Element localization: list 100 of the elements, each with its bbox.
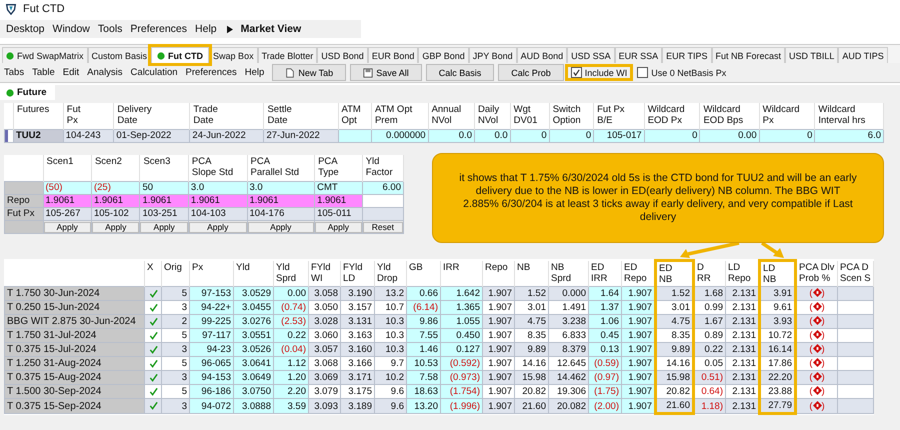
table-cell: 13.20 xyxy=(406,398,440,414)
table-cell: 9.89 xyxy=(514,342,548,356)
table-cell: 1.9061 xyxy=(140,194,188,208)
table-cell: 1.20 xyxy=(274,370,308,384)
apply-button[interactable]: Apply xyxy=(92,222,140,232)
table-cell: 1.907 xyxy=(482,286,514,300)
paren-text: ( xyxy=(809,288,812,299)
menu-item[interactable]: Help xyxy=(191,23,221,35)
menu-item[interactable]: Analysis xyxy=(83,67,127,78)
apply-button[interactable]: Apply xyxy=(188,222,246,232)
table-cell: 3.0529 xyxy=(234,286,274,300)
checkbox[interactable]: Use 0 NetBasis Px xyxy=(634,67,730,78)
table-cell: 0.0 xyxy=(428,130,474,142)
apply-button[interactable]: Reset xyxy=(362,222,403,232)
menu-item[interactable]: Desktop xyxy=(2,23,49,35)
play-icon xyxy=(226,24,233,34)
menu-item[interactable]: Preferences xyxy=(126,23,192,35)
table-cell: 21.60 xyxy=(514,398,548,414)
bond-name-cell: T 1.500 30-Sep-2024 xyxy=(4,384,144,398)
tab[interactable]: AUD Bond xyxy=(516,47,568,63)
table-cell: 3.175 xyxy=(340,384,374,398)
menu-item[interactable]: Help xyxy=(240,67,268,78)
apply-button[interactable]: Apply xyxy=(315,222,362,232)
table-cell: 20.82 xyxy=(656,384,694,398)
table-cell: 50 xyxy=(140,182,188,194)
table-cell: 10.72 xyxy=(760,328,796,342)
table-cell: 104-103 xyxy=(188,208,247,220)
menu-item[interactable]: Window xyxy=(48,23,94,35)
table-cell: 5 xyxy=(162,356,190,370)
table-cell: 9.61 xyxy=(760,300,796,314)
table-cell: 10.3 xyxy=(374,328,406,342)
table-cell: 3.157 xyxy=(340,300,374,314)
tab[interactable]: EUR TIPS xyxy=(662,47,712,63)
tab[interactable]: Swap Box xyxy=(209,47,258,63)
apply-button[interactable]: Apply xyxy=(248,222,314,232)
table-cell: 6.833 xyxy=(548,328,588,342)
toolbar-button[interactable]: Calc Basis xyxy=(426,64,494,81)
toolbar-button[interactable]: New Tab xyxy=(272,64,346,81)
warning-diamond-icon xyxy=(812,400,822,410)
table-cell: 97-117 xyxy=(190,328,234,342)
table-cell: 3.0551 xyxy=(234,328,274,342)
table-cell: 105-102 xyxy=(91,208,140,220)
table-cell: 18.63 xyxy=(406,384,440,398)
tab[interactable]: Fut CTD xyxy=(151,47,210,63)
toolbar-button[interactable]: Calc Prob xyxy=(498,64,564,81)
table-cell: 1.907 xyxy=(482,384,514,398)
menu-item[interactable]: Edit xyxy=(58,67,84,78)
table-cell: 1.907 xyxy=(482,398,514,414)
tab[interactable]: EUR Bond xyxy=(368,47,418,63)
table-cell: 0 xyxy=(644,130,700,142)
tab[interactable]: Future xyxy=(0,85,55,100)
save-icon xyxy=(363,68,374,78)
table-cell: 20.82 xyxy=(514,384,548,398)
table-cell: 3.0455 xyxy=(234,300,274,314)
table-cell: 14.16 xyxy=(656,356,694,370)
menu-item[interactable]: Preferences xyxy=(182,67,241,78)
menu-item[interactable]: Calculation xyxy=(126,67,182,78)
apply-button[interactable]: Apply xyxy=(44,222,91,232)
table-cell: 96-065 xyxy=(190,356,234,370)
callout-arrow xyxy=(680,243,740,258)
table-cell: (0.592) xyxy=(440,356,482,370)
apply-button[interactable]: Apply xyxy=(140,222,188,232)
tab[interactable]: Trade Blotter xyxy=(258,47,318,63)
menu-item[interactable]: Table xyxy=(28,67,59,78)
table-cell: 9.6 xyxy=(374,384,406,398)
table-cell: 5 xyxy=(162,286,190,300)
table-cell: 14.462 xyxy=(548,370,588,384)
table-cell: 24-Jun-2022 xyxy=(190,130,264,142)
table-cell: 99-225 xyxy=(190,314,234,328)
table-cell: 3.060 xyxy=(308,328,340,342)
table-cell: 10.2 xyxy=(374,370,406,384)
table-cell: (2.00) xyxy=(588,398,622,414)
tab[interactable]: Fwd SwapMatrix xyxy=(2,47,88,63)
table-cell: 1.9061 xyxy=(188,194,247,208)
table-cell: (0.04) xyxy=(274,342,308,356)
table-cell: 3.171 xyxy=(340,370,374,384)
table-cell: 0.0 xyxy=(474,130,510,142)
table-cell: 3.91 xyxy=(760,286,796,300)
tab[interactable]: GBP Bond xyxy=(418,47,469,63)
table-cell: 1.52 xyxy=(514,286,548,300)
menu-item[interactable]: Tabs xyxy=(0,67,28,78)
paren-text: ) xyxy=(822,316,825,327)
tab[interactable]: USD SSA xyxy=(567,47,615,63)
menu-item[interactable]: Tools xyxy=(94,23,126,35)
paren-text: ) xyxy=(822,400,825,412)
tab[interactable]: Fut NB Forecast xyxy=(712,47,786,63)
tab[interactable]: JPY Bond xyxy=(468,47,517,63)
table-cell: 15.98 xyxy=(514,370,548,384)
tab[interactable]: USD Bond xyxy=(317,47,368,63)
bond-name-cell: T 1.750 30-Jun-2024 xyxy=(4,286,144,300)
paren-text: ) xyxy=(822,330,825,341)
table-cell: 5 xyxy=(162,384,190,398)
toolbar-button[interactable]: Save All xyxy=(350,64,422,81)
table-cell: 3.59 xyxy=(274,398,308,414)
tab[interactable]: EUR SSA xyxy=(614,47,662,63)
table-cell: 8.35 xyxy=(514,328,548,342)
table-cell: 1.12 xyxy=(274,356,308,370)
table-cell: 8.379 xyxy=(548,342,588,356)
tab[interactable]: USD TBILL xyxy=(785,47,838,63)
tab[interactable]: AUD TIPS xyxy=(838,47,888,63)
